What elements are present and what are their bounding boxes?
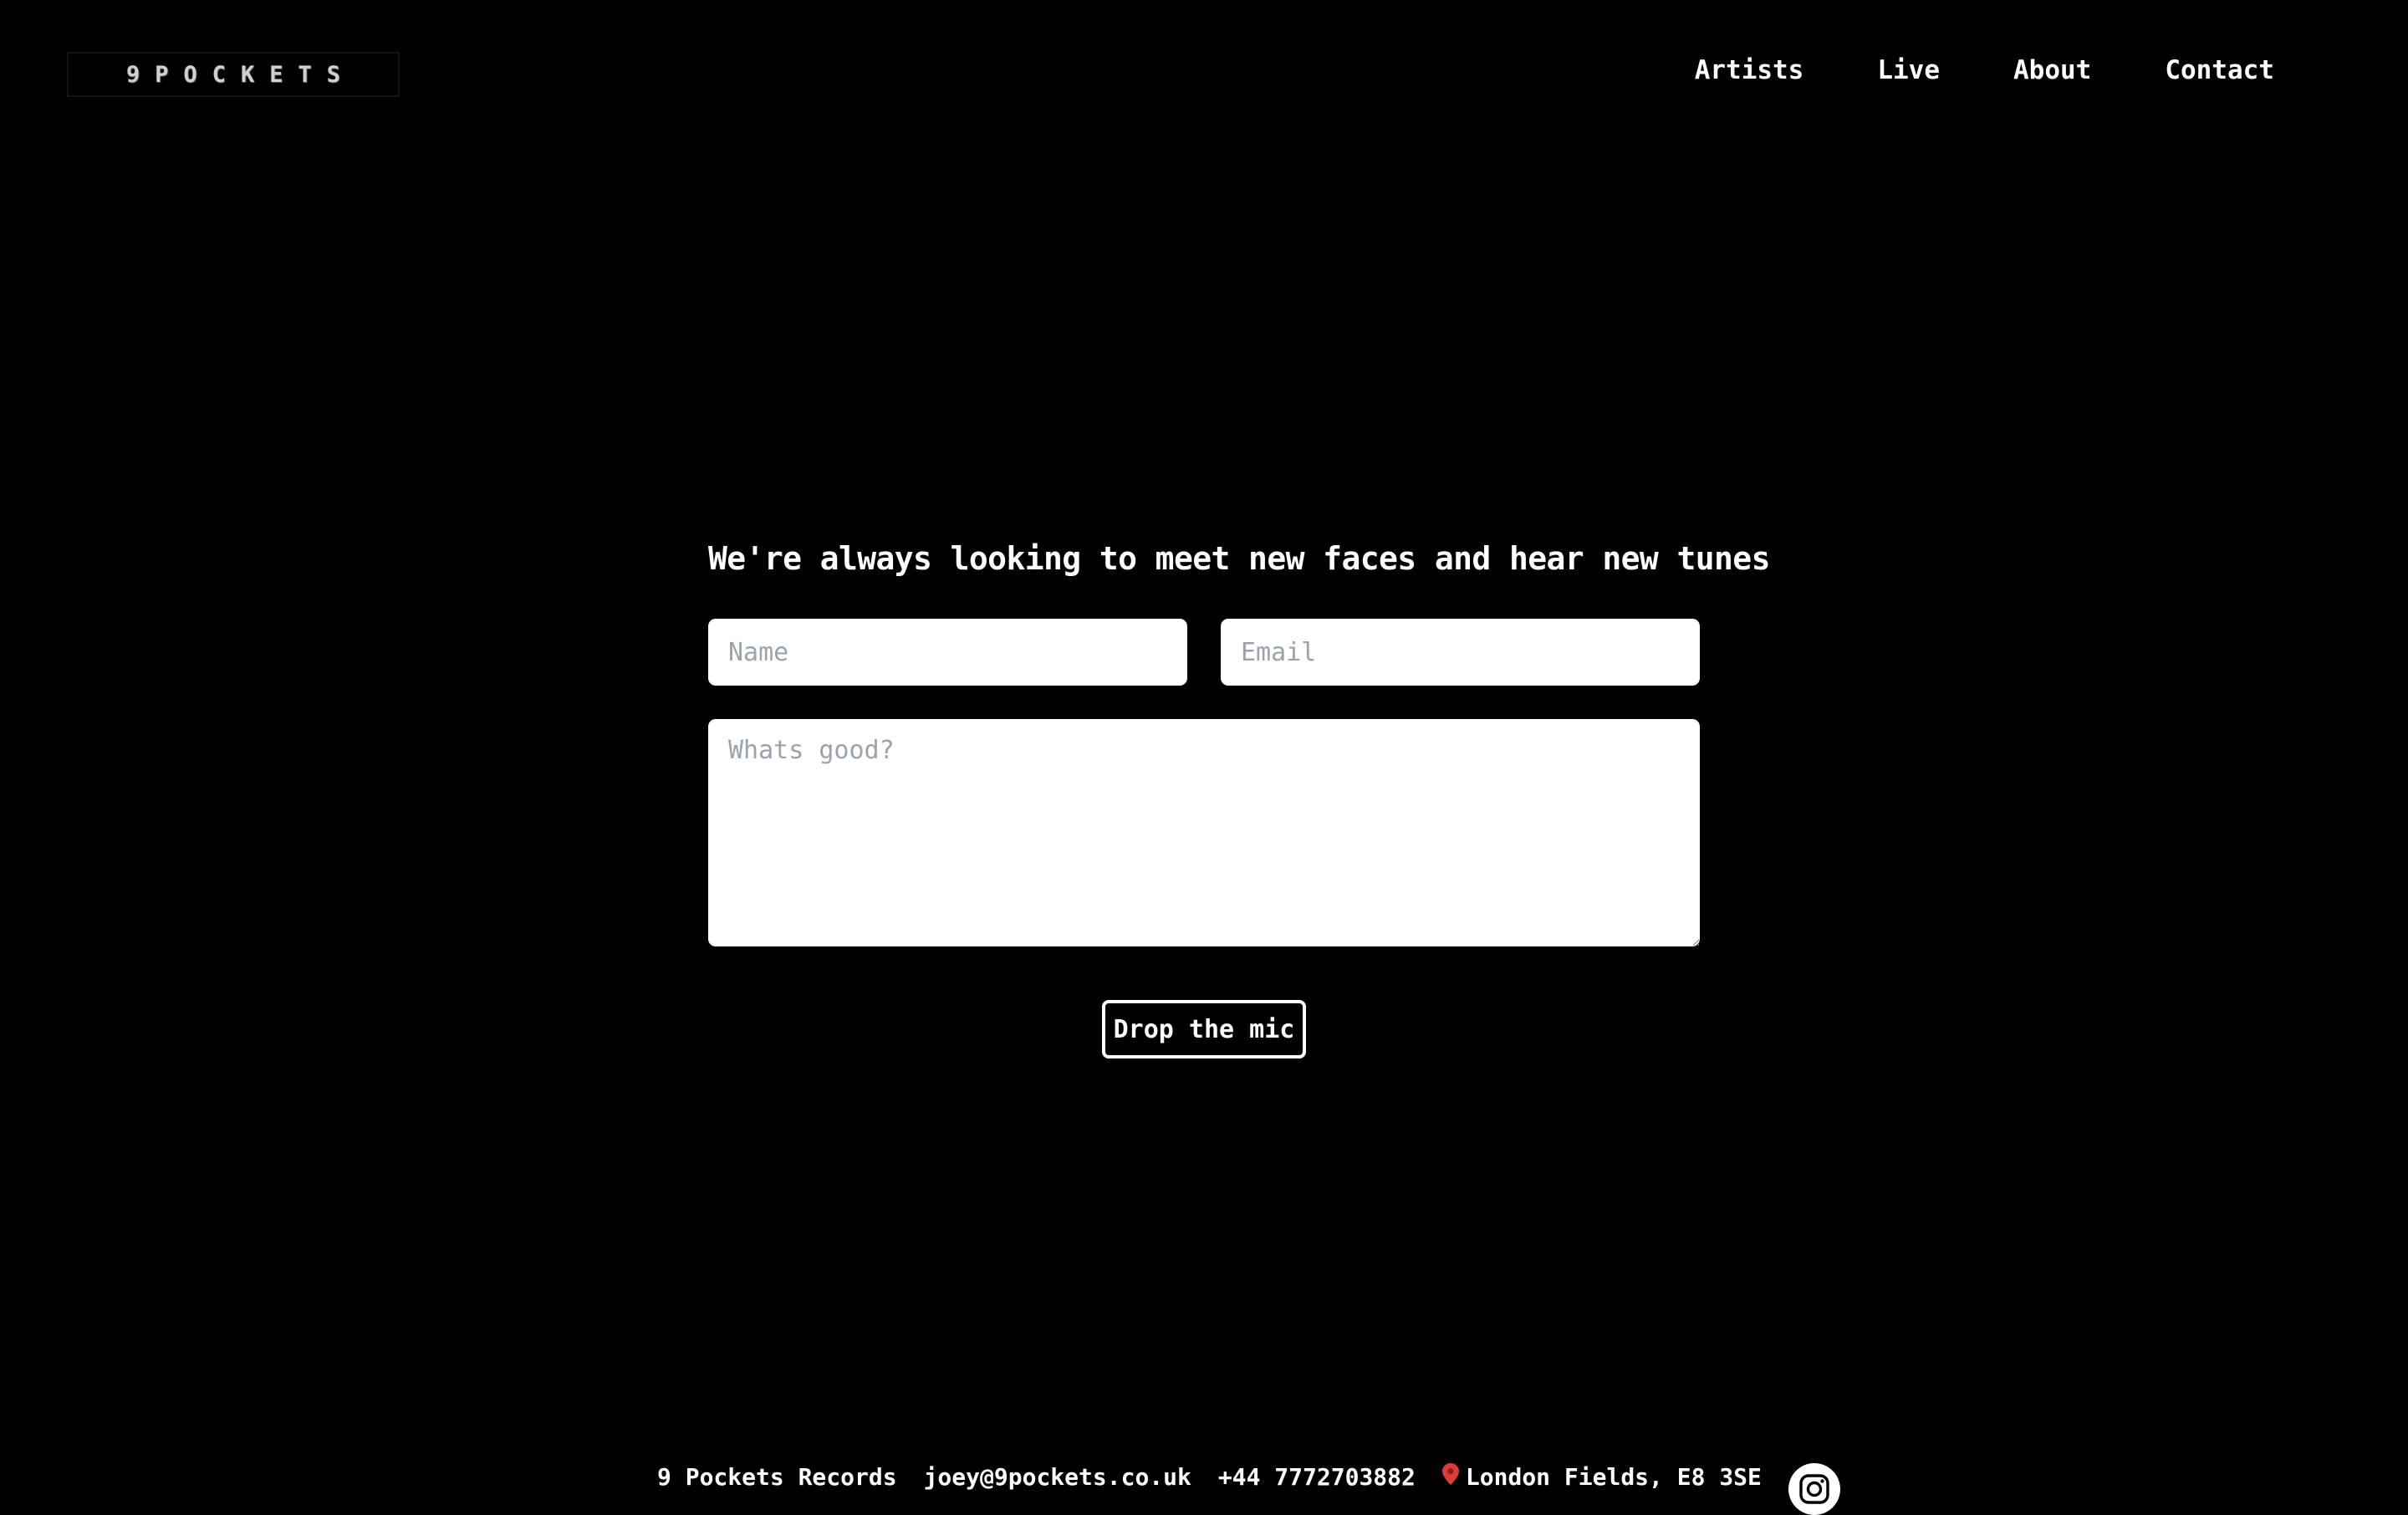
contact-fields-row: [708, 619, 1700, 686]
logo-text: 9POCKETS: [125, 61, 356, 88]
map-pin-icon: [1441, 1462, 1459, 1493]
footer-location-wrap: London Fields, E8 3SE: [1441, 1462, 1762, 1493]
instagram-icon[interactable]: [1788, 1463, 1840, 1515]
footer-company: 9 Pockets Records: [657, 1463, 897, 1491]
main-nav: Artists Live About Contact: [1695, 50, 2274, 90]
submit-button[interactable]: Drop the mic: [1101, 1000, 1307, 1058]
nav-link-about[interactable]: About: [2013, 50, 2091, 90]
email-input[interactable]: [1221, 619, 1700, 686]
nav-link-contact[interactable]: Contact: [2165, 50, 2274, 90]
footer-email[interactable]: joey@9pockets.co.uk: [924, 1462, 1191, 1492]
message-textarea[interactable]: [708, 719, 1700, 946]
nav-link-artists[interactable]: Artists: [1695, 50, 1804, 90]
contact-form-section: We're always looking to meet new faces a…: [708, 527, 1770, 1058]
nav-link-live[interactable]: Live: [1877, 50, 1940, 90]
site-footer: 9 Pockets Records joey@9pockets.co.uk +4…: [657, 1450, 1840, 1515]
site-header: 9POCKETS Artists Live About Contact: [0, 0, 2408, 142]
footer-location: London Fields, E8 3SE: [1465, 1462, 1762, 1491]
submit-wrapper: Drop the mic: [708, 1000, 1700, 1058]
contact-heading: We're always looking to meet new faces a…: [708, 540, 1770, 577]
name-input[interactable]: [708, 619, 1187, 686]
footer-phone[interactable]: +44 7772703882: [1218, 1462, 1416, 1492]
site-logo[interactable]: 9POCKETS: [67, 52, 400, 97]
